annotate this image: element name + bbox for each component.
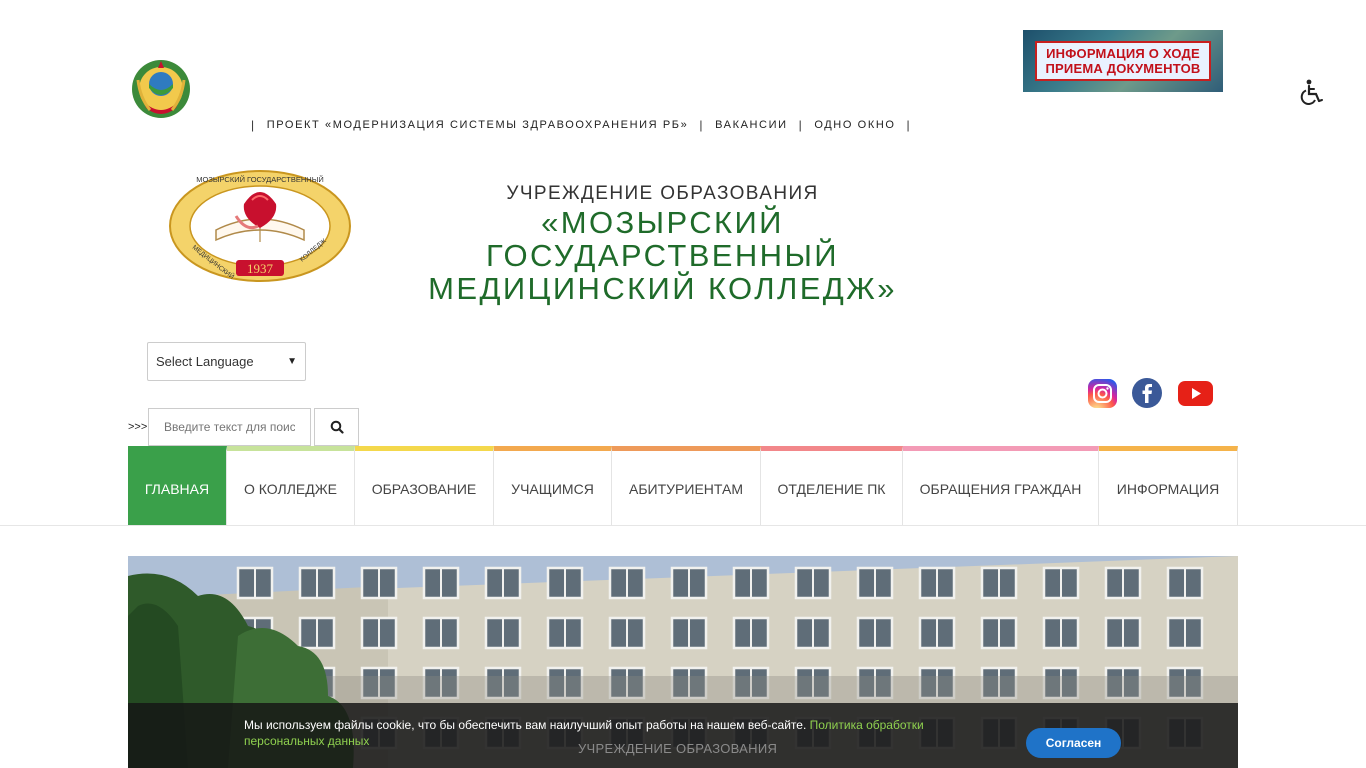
search-prefix: >>> (128, 421, 148, 433)
top-nav-link-modernization[interactable]: ПРОЕКТ «МОДЕРНИЗАЦИЯ СИСТЕМЫ ЗДРАВООХРАН… (267, 119, 689, 131)
main-nav-home[interactable]: ГЛАВНАЯ (128, 446, 227, 526)
nav-divider (0, 525, 1366, 526)
logo-year: 1937 (247, 261, 274, 276)
search-icon (330, 420, 344, 434)
youtube-icon[interactable] (1178, 381, 1213, 406)
top-nav: | ПРОЕКТ «МОДЕРНИЗАЦИЯ СИСТЕМЫ ЗДРАВООХР… (240, 118, 922, 132)
search-button[interactable] (314, 408, 359, 446)
main-nav-applicants[interactable]: АБИТУРИЕНТАМ (612, 446, 761, 526)
facebook-icon[interactable] (1132, 378, 1162, 408)
page: | ПРОЕКТ «МОДЕРНИЗАЦИЯ СИСТЕМЫ ЗДРАВООХР… (0, 0, 1366, 768)
accept-cookies-button[interactable]: Согласен (1026, 728, 1121, 758)
chevron-down-icon: ▼ (287, 356, 297, 367)
main-nav-education[interactable]: ОБРАЗОВАНИЕ (355, 446, 494, 526)
site-title-line-2: МЕДИЦИНСКИЙ КОЛЛЕДЖ» (428, 271, 897, 306)
cookie-banner: УЧРЕЖДЕНИЕ ОБРАЗОВАНИЯ Мы используем фай… (128, 703, 1238, 768)
nav-separator: | (798, 118, 804, 132)
top-nav-link-one-window[interactable]: ОДНО ОКНО (814, 119, 895, 131)
main-nav-information[interactable]: ИНФОРМАЦИЯ (1099, 446, 1238, 526)
accessibility-icon[interactable] (1298, 78, 1326, 106)
search-input[interactable] (148, 408, 311, 446)
site-title-line-1: «МОЗЫРСКИЙ ГОСУДАРСТВЕННЫЙ (486, 205, 839, 273)
top-nav-link-vacancies[interactable]: ВАКАНСИИ (715, 119, 788, 131)
language-select-value: Select Language (156, 354, 254, 369)
main-nav-students[interactable]: УЧАЩИМСЯ (494, 446, 612, 526)
site-subtitle: УЧРЕЖДЕНИЕ ОБРАЗОВАНИЯ (506, 183, 819, 204)
cookie-text: Мы используем файлы cookie, что бы обесп… (244, 718, 807, 732)
instagram-icon[interactable] (1088, 379, 1117, 408)
main-nav: ГЛАВНАЯ О КОЛЛЕДЖЕ ОБРАЗОВАНИЕ УЧАЩИМСЯ … (128, 446, 1238, 526)
nav-separator: | (251, 118, 256, 132)
logo-text-top: МОЗЫРСКИЙ ГОСУДАРСТВЕННЫЙ (196, 175, 324, 184)
nav-separator: | (699, 118, 705, 132)
site-title: УЧРЕЖДЕНИЕ ОБРАЗОВАНИЯ «МОЗЫРСКИЙ ГОСУДА… (370, 182, 955, 305)
language-select[interactable]: Select Language ▼ (147, 342, 306, 381)
nav-separator: | (906, 118, 912, 132)
cookie-message: Мы используем файлы cookie, что бы обесп… (244, 717, 944, 749)
college-logo: 1937 МОЗЫРСКИЙ ГОСУДАРСТВЕННЫЙ МЕДИЦИНСК… (169, 170, 351, 282)
banner-line-2: ПРИЕМА ДОКУМЕНТОВ (1045, 61, 1201, 76)
banner-frame: ИНФОРМАЦИЯ О ХОДЕ ПРИЕМА ДОКУМЕНТОВ (1035, 41, 1211, 81)
main-nav-advanced-training[interactable]: ОТДЕЛЕНИЕ ПК (761, 446, 903, 526)
main-nav-about[interactable]: О КОЛЛЕДЖЕ (227, 446, 355, 526)
banner-line-1: ИНФОРМАЦИЯ О ХОДЕ (1046, 46, 1200, 61)
main-nav-citizen-appeals[interactable]: ОБРАЩЕНИЯ ГРАЖДАН (903, 446, 1099, 526)
admissions-banner[interactable]: ИНФОРМАЦИЯ О ХОДЕ ПРИЕМА ДОКУМЕНТОВ (1023, 30, 1223, 92)
state-emblem-icon (132, 60, 190, 118)
